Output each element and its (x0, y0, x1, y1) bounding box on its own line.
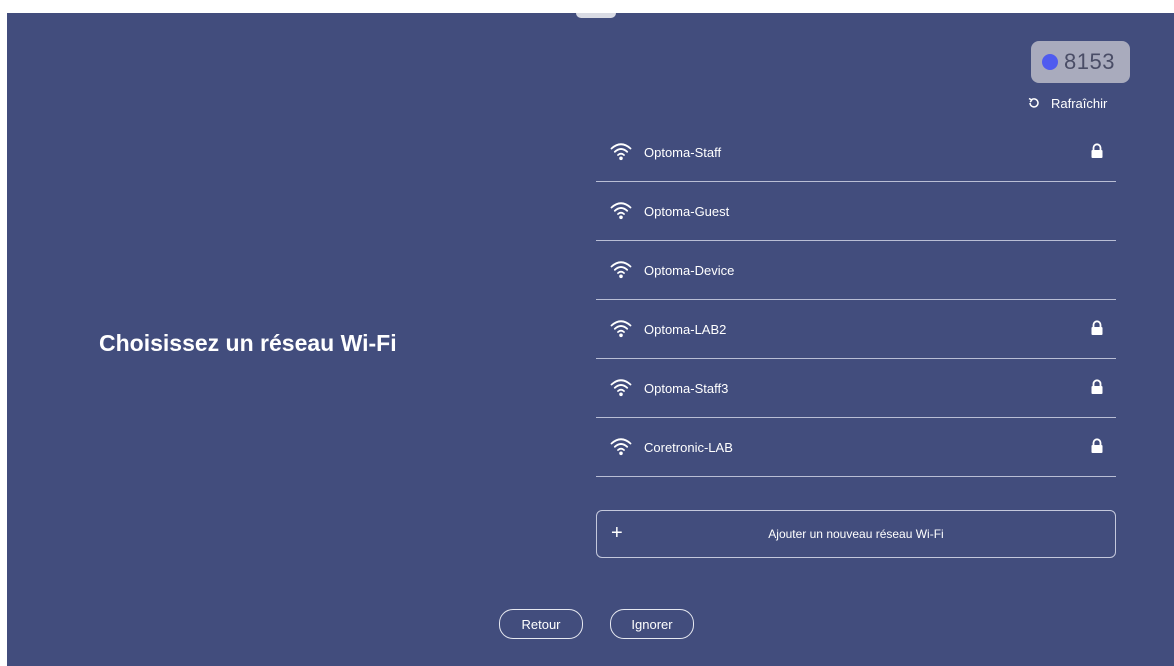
network-name: Optoma-Staff3 (644, 380, 729, 396)
wifi-signal-icon (610, 141, 632, 161)
add-network-label: Ajouter un nouveau réseau Wi-Fi (768, 527, 944, 541)
refresh-label: Rafraîchir (1051, 95, 1108, 111)
device-code-badge: 8153 (1031, 41, 1130, 83)
wifi-network-row[interactable]: Optoma-Staff3 (596, 359, 1116, 418)
network-name: Optoma-LAB2 (644, 321, 727, 337)
wifi-network-row[interactable]: Coretronic-LAB (596, 418, 1116, 477)
network-name: Coretronic-LAB (644, 439, 733, 455)
lock-icon (1090, 438, 1104, 454)
wifi-network-list: Optoma-Staff Optoma-Guest Optoma-Device Opt… (596, 123, 1116, 477)
wifi-network-row[interactable]: Optoma-Device (596, 241, 1116, 300)
wifi-network-row[interactable]: Optoma-LAB2 (596, 300, 1116, 359)
wifi-signal-icon (610, 200, 632, 220)
add-network-button[interactable]: + Ajouter un nouveau réseau Wi-Fi (596, 510, 1116, 558)
wifi-network-row[interactable]: Optoma-Staff (596, 123, 1116, 182)
lock-icon (1090, 379, 1104, 395)
wifi-signal-icon (610, 318, 632, 338)
wifi-signal-icon (610, 436, 632, 456)
page-title: Choisissez un réseau Wi-Fi (99, 330, 397, 356)
skip-button[interactable]: Ignorer (610, 609, 694, 639)
network-name: Optoma-Device (644, 262, 735, 278)
top-pull-tab[interactable] (576, 13, 616, 18)
network-name: Optoma-Guest (644, 203, 730, 219)
wifi-signal-icon (610, 377, 632, 397)
lock-icon (1090, 320, 1104, 336)
wifi-network-row[interactable]: Optoma-Guest (596, 182, 1116, 241)
network-name: Optoma-Staff (644, 144, 722, 160)
refresh-button[interactable]: Rafraîchir (1027, 93, 1107, 113)
wifi-signal-icon (610, 259, 632, 279)
device-code: 8153 (1064, 49, 1115, 74)
back-button[interactable]: Retour (499, 609, 583, 639)
wifi-setup-screen: 8153 Rafraîchir Choisissez un réseau Wi-… (7, 13, 1174, 666)
lock-icon (1090, 143, 1104, 159)
refresh-icon (1028, 97, 1039, 108)
status-dot (1042, 54, 1058, 70)
plus-icon: + (611, 522, 623, 544)
